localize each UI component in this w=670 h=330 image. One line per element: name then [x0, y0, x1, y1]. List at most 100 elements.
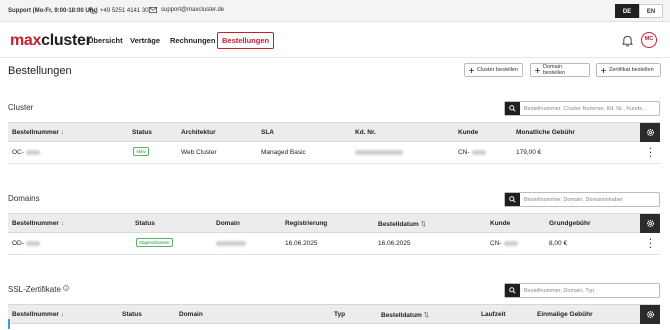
architecture-value: Web Cluster — [181, 149, 217, 156]
domains-search-button[interactable] — [505, 193, 520, 206]
ssl-search — [504, 283, 660, 298]
status-badge: Aktiv — [133, 147, 149, 156]
main-navigation: maxcluster Übersicht Verträge Rechnungen… — [0, 22, 670, 58]
kebab-icon[interactable]: · · · — [649, 145, 652, 161]
column-order-number[interactable]: Bestellnummer ↓ — [12, 220, 64, 227]
column-duration: Laufzeit — [481, 311, 506, 318]
monthly-fee-value: 179,00 € — [516, 149, 542, 156]
sort-icon: ↓ — [60, 129, 65, 136]
order-cluster-button[interactable]: Cluster bestellen — [464, 63, 523, 77]
bell-icon — [621, 35, 634, 47]
domain-redacted — [216, 240, 246, 247]
email-link[interactable]: support@maxcluster.de — [149, 7, 224, 13]
registration-date: 16.06.2025 — [285, 240, 318, 247]
order-number: OD- — [12, 240, 40, 247]
cluster-table-settings-button[interactable] — [640, 123, 660, 142]
gear-icon — [646, 310, 654, 319]
plus-icon — [469, 67, 474, 73]
domains-table-header: Bestellnummer ↓ Status Domain Registrier… — [8, 213, 660, 233]
nav-orders[interactable]: Bestellungen — [217, 32, 275, 49]
column-domain: Domain — [179, 311, 203, 318]
cluster-search-input[interactable] — [520, 102, 659, 115]
order-number: OC- — [12, 149, 40, 156]
customer-value: CN- — [458, 149, 486, 156]
cluster-section-title: Cluster — [8, 103, 34, 112]
ssl-section-title: SSL-Zertifikate — [8, 285, 69, 294]
column-customer-number: Kd. Nr. — [355, 129, 376, 136]
column-registration: Registrierung — [285, 220, 328, 227]
info-icon[interactable] — [63, 285, 69, 291]
cluster-search — [504, 101, 660, 116]
kebab-icon[interactable]: · · · — [649, 236, 652, 252]
column-order-date[interactable]: Bestelldatum ⇅ — [381, 311, 429, 319]
order-certificate-label: Zertifikat bestellen — [609, 67, 654, 73]
column-monthly-fee: Monatliche Gebühr — [516, 129, 575, 136]
user-avatar[interactable]: MC — [641, 32, 657, 48]
order-domain-button[interactable]: Domain bestellen — [530, 63, 590, 77]
top-bar: Support (Mo-Fr, 9:00-18:00 Uhr) +49 5251… — [0, 0, 670, 22]
order-certificate-button[interactable]: Zertifikat bestellen — [596, 63, 661, 77]
table-row[interactable]: OD- Abgeschlossen 16.06.2025 16.06.2025 … — [8, 233, 660, 255]
phone-icon — [89, 7, 96, 14]
gear-icon — [646, 128, 654, 137]
column-order-date[interactable]: Bestelldatum ⇅ — [378, 220, 426, 228]
ssl-table-settings-button[interactable] — [640, 305, 660, 324]
sort-icon: ↓ — [60, 311, 65, 318]
phone-link[interactable]: +49 5251 4141 30 — [89, 7, 149, 14]
ssl-title-text: SSL-Zertifikate — [8, 285, 61, 294]
column-base-fee: Grundgebühr — [549, 220, 591, 227]
ssl-search-input[interactable] — [520, 284, 659, 297]
logo-part-max: max — [10, 32, 42, 49]
sort-icon: ↓ — [60, 220, 65, 227]
language-switch: DE EN — [615, 4, 663, 18]
cluster-search-button[interactable] — [505, 102, 520, 115]
column-customer: Kunde — [458, 129, 479, 136]
search-icon — [509, 196, 516, 203]
sort-icon: ⇅ — [420, 221, 427, 228]
column-sla: SLA — [261, 129, 274, 136]
domains-search — [504, 192, 660, 207]
phone-number: +49 5251 4141 30 — [100, 7, 149, 14]
page-title: Bestellungen — [8, 65, 72, 77]
search-icon — [509, 105, 516, 112]
customer-value: CN- — [490, 240, 518, 247]
column-one-time-fee: Einmalige Gebühr — [537, 311, 593, 318]
customer-number-redacted — [355, 149, 403, 156]
domains-search-input[interactable] — [520, 193, 659, 206]
plus-icon — [601, 67, 606, 73]
mail-icon — [149, 7, 157, 13]
column-customer: Kunde — [490, 220, 511, 227]
logo-part-cluster: cluster — [41, 32, 92, 49]
nav-contracts[interactable]: Verträge — [130, 36, 160, 45]
ssl-search-button[interactable] — [505, 284, 520, 297]
column-order-number[interactable]: Bestellnummer ↓ — [12, 129, 64, 136]
sla-value: Managed Basic — [261, 149, 306, 156]
column-domain: Domain — [216, 220, 240, 227]
support-hours: Support (Mo-Fr, 9:00-18:00 Uhr) — [8, 8, 98, 14]
column-status: Status — [135, 220, 155, 227]
plus-icon — [535, 67, 540, 73]
table-row[interactable]: OC- Aktiv Web Cluster Managed Basic CN- … — [8, 142, 660, 164]
lang-de-button[interactable]: DE — [615, 4, 639, 18]
domains-section-title: Domains — [8, 194, 40, 203]
email-address: support@maxcluster.de — [161, 7, 225, 13]
column-order-number[interactable]: Bestellnummer ↓ — [12, 311, 64, 318]
column-status: Status — [122, 311, 142, 318]
search-icon — [509, 287, 516, 294]
nav-invoices[interactable]: Rechnungen — [170, 36, 215, 45]
scroll-indicator[interactable] — [8, 319, 10, 329]
gear-icon — [646, 219, 654, 228]
maxcluster-logo[interactable]: maxcluster — [10, 32, 92, 50]
sort-icon: ⇅ — [423, 312, 430, 319]
column-status: Status — [132, 129, 152, 136]
status-badge: Abgeschlossen — [136, 238, 173, 247]
base-fee-value: 8,00 € — [549, 240, 568, 247]
lang-en-button[interactable]: EN — [639, 4, 663, 18]
cluster-table-header: Bestellnummer ↓ Status Architektur SLA K… — [8, 122, 660, 142]
column-type: Typ — [334, 311, 346, 318]
ssl-table-header: Bestellnummer ↓ Status Domain Typ Bestel… — [8, 304, 660, 324]
nav-overview[interactable]: Übersicht — [88, 36, 123, 45]
notifications-button[interactable] — [621, 34, 634, 52]
domains-table-settings-button[interactable] — [640, 214, 660, 233]
order-cluster-label: Cluster bestellen — [477, 67, 518, 73]
